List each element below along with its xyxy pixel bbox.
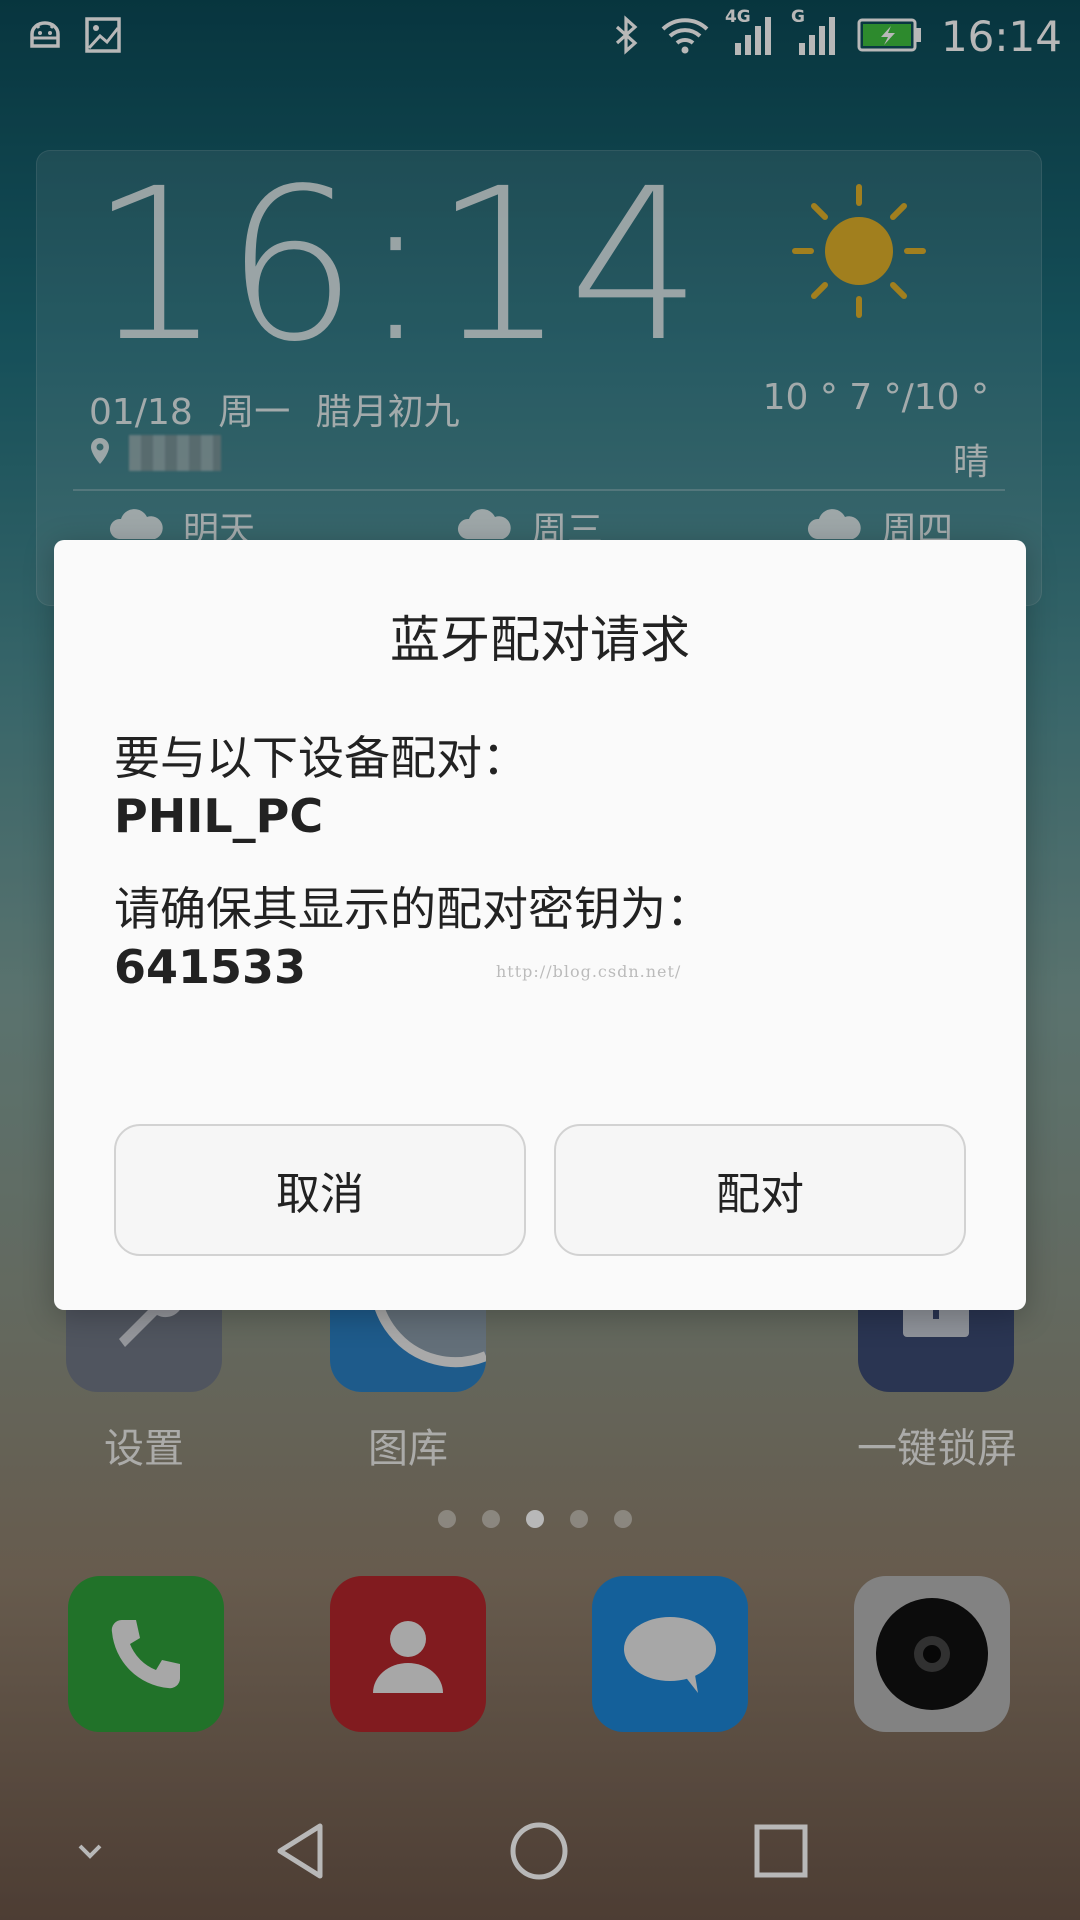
cancel-button[interactable]: 取消 xyxy=(114,1124,526,1256)
watermark: http://blog.csdn.net/ xyxy=(496,962,682,981)
confirm-passkey-text: 请确保其显示的配对密钥为： xyxy=(114,882,712,936)
bluetooth-pairing-dialog: 蓝牙配对请求 要与以下设备配对： PHIL_PC 请确保其显示的配对密钥为： 6… xyxy=(54,540,1026,1310)
dialog-title: 蓝牙配对请求 xyxy=(390,611,690,669)
pair-button[interactable]: 配对 xyxy=(554,1124,966,1256)
dialog-body: 要与以下设备配对： PHIL_PC 请确保其显示的配对密钥为： 641533 xyxy=(114,730,712,996)
pair-with-text: 要与以下设备配对： xyxy=(114,731,528,785)
device-name: PHIL_PC xyxy=(114,788,324,843)
